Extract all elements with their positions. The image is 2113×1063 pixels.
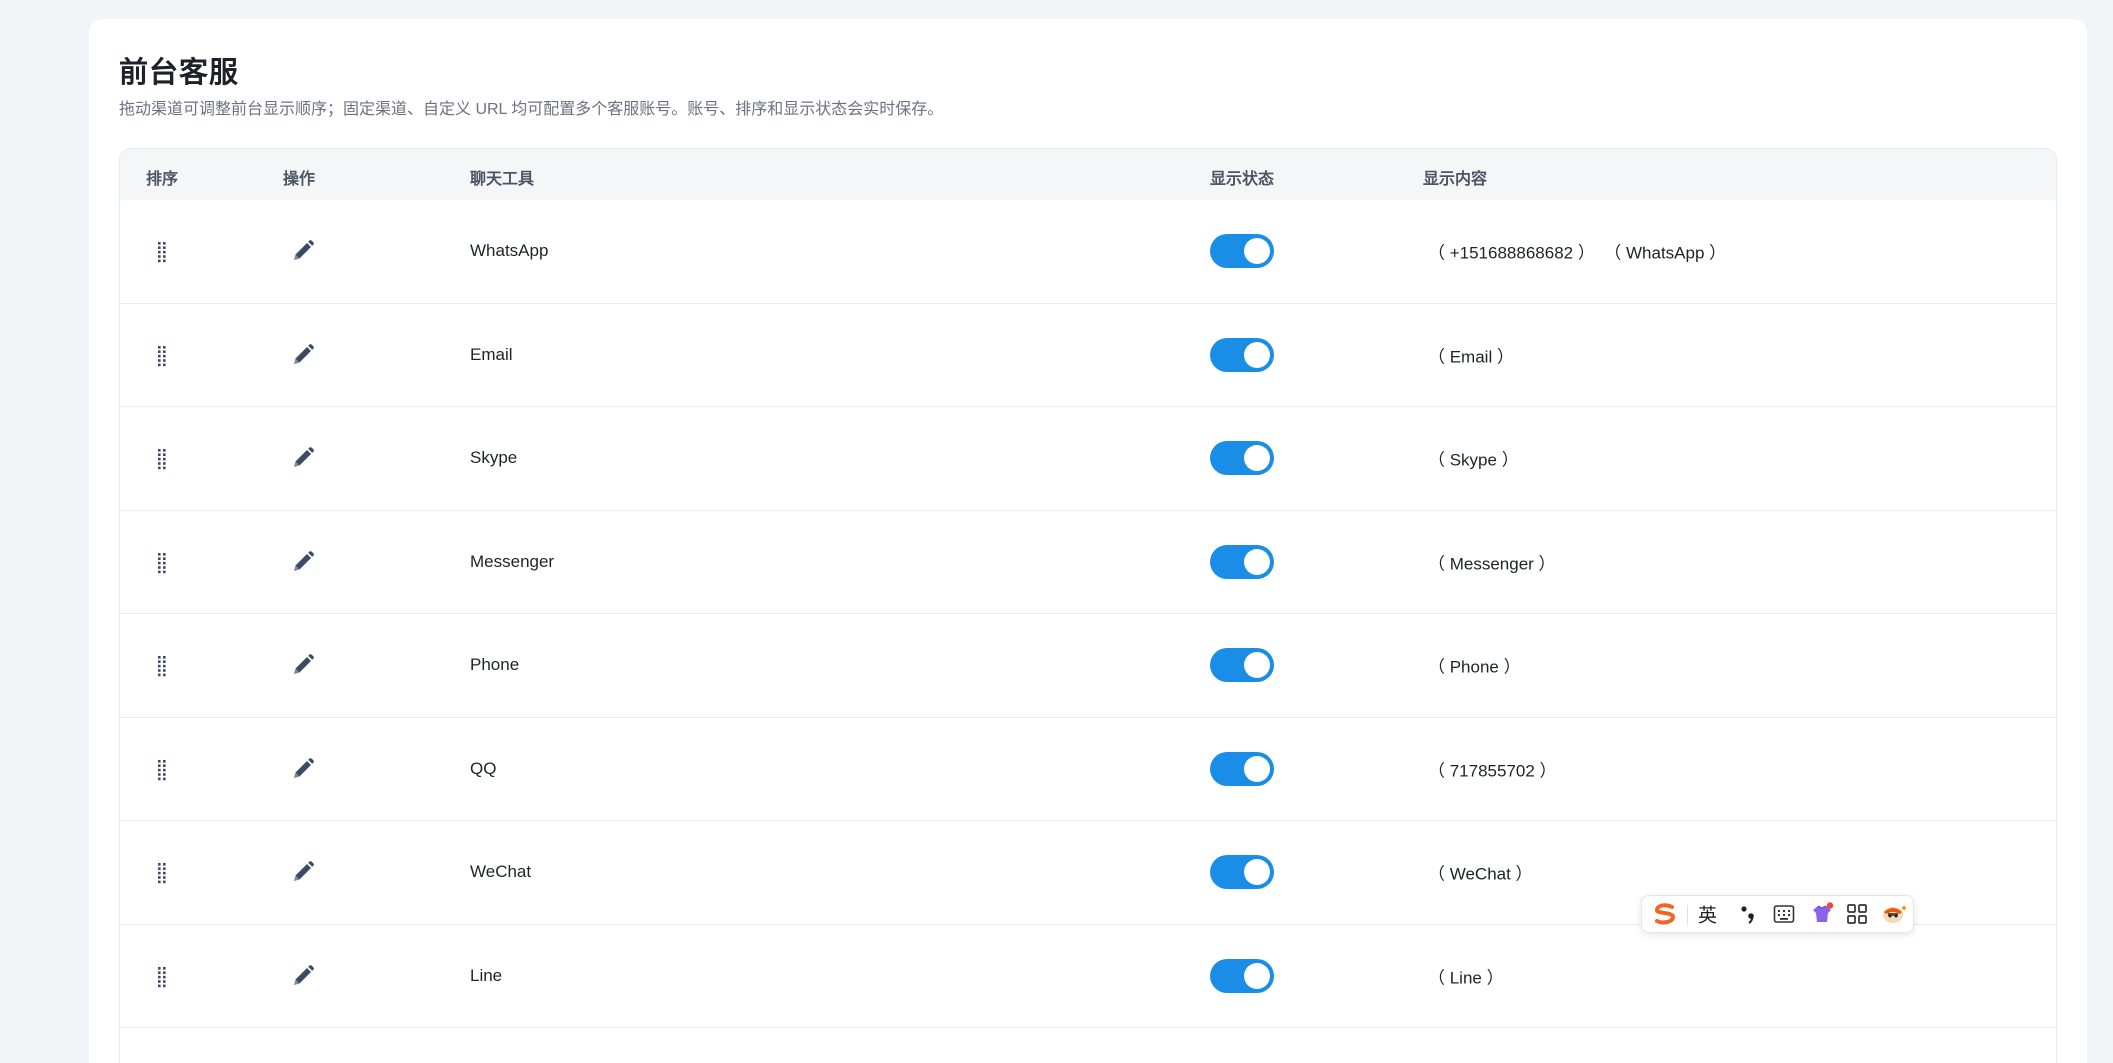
drag-handle-icon[interactable] bbox=[158, 447, 166, 470]
toggle-knob bbox=[1244, 341, 1270, 368]
table-row: Skype （ Skype ） bbox=[120, 407, 2056, 511]
edit-pencil-icon[interactable] bbox=[291, 550, 315, 574]
edit-pencil-icon[interactable] bbox=[291, 653, 315, 677]
table-row: Email （ Email ） bbox=[120, 304, 2056, 407]
display-status-toggle[interactable] bbox=[1210, 958, 1274, 993]
ime-language-toggle[interactable]: 英 bbox=[1698, 901, 1717, 928]
header-status: 显示状态 bbox=[1210, 171, 1275, 188]
drag-handle-icon[interactable] bbox=[158, 344, 166, 366]
display-content: （ 717855702 ） bbox=[1428, 761, 1557, 781]
drag-handle-icon[interactable] bbox=[158, 758, 166, 780]
display-content: （ Messenger ） bbox=[1428, 554, 1556, 574]
toggle-knob bbox=[1244, 652, 1270, 679]
display-content: （ WeChat ） bbox=[1428, 864, 1533, 884]
display-status-toggle[interactable] bbox=[1210, 648, 1274, 683]
page-description: 拖动渠道可调整前台显示顺序；固定渠道、自定义 URL 均可配置多个客服账号。账号… bbox=[119, 101, 944, 118]
ime-separator bbox=[1687, 905, 1688, 925]
table-row: QQ （ 717855702 ） bbox=[120, 718, 2056, 821]
drag-handle-icon[interactable] bbox=[158, 965, 166, 987]
chat-tool-name: QQ bbox=[470, 758, 497, 778]
drag-handle-icon[interactable] bbox=[158, 861, 166, 884]
header-action: 操作 bbox=[283, 171, 316, 188]
display-status-toggle[interactable] bbox=[1210, 337, 1274, 372]
skin-icon[interactable] bbox=[1809, 902, 1835, 926]
display-content: （ +151688868682 ） （ WhatsApp ） bbox=[1428, 243, 1727, 263]
drag-handle-icon[interactable] bbox=[158, 654, 166, 677]
display-status-toggle[interactable] bbox=[1210, 544, 1274, 579]
sogou-logo-icon[interactable] bbox=[1652, 903, 1678, 925]
chat-tool-name: Phone bbox=[470, 655, 520, 675]
table-row: Line （ Line ） bbox=[120, 925, 2056, 1028]
chat-tool-name: WeChat bbox=[470, 862, 532, 882]
display-status-toggle[interactable] bbox=[1210, 751, 1274, 786]
table-row: WhatsApp （ +151688868682 ） （ WhatsApp ） bbox=[120, 200, 2056, 304]
header-content: 显示内容 bbox=[1423, 171, 1488, 188]
chat-tool-name: Email bbox=[470, 344, 513, 364]
toggle-knob bbox=[1244, 859, 1270, 886]
display-status-toggle[interactable] bbox=[1210, 855, 1274, 890]
chat-tool-name: Messenger bbox=[470, 551, 555, 571]
table-row: Messenger （ Messenger ） bbox=[120, 511, 2056, 614]
toggle-knob bbox=[1244, 548, 1270, 575]
keyboard-icon[interactable] bbox=[1773, 904, 1795, 924]
display-content: （ Skype ） bbox=[1428, 450, 1519, 470]
edit-pencil-icon[interactable] bbox=[291, 343, 315, 367]
display-content: （ Line ） bbox=[1428, 968, 1504, 988]
drag-handle-icon[interactable] bbox=[158, 551, 166, 573]
edit-pencil-icon[interactable] bbox=[291, 446, 315, 470]
chat-tool-name: Skype bbox=[470, 448, 518, 468]
table-header: 排序 操作 聊天工具 显示状态 显示内容 bbox=[120, 149, 2056, 200]
mascot-icon[interactable] bbox=[1881, 902, 1907, 926]
header-sort: 排序 bbox=[146, 171, 179, 188]
display-content: （ Phone ） bbox=[1428, 657, 1521, 677]
toggle-knob bbox=[1244, 962, 1270, 989]
display-status-toggle[interactable] bbox=[1210, 441, 1274, 476]
table-row: Phone （ Phone ） bbox=[120, 614, 2056, 718]
page-title: 前台客服 bbox=[119, 57, 240, 89]
display-status-toggle[interactable] bbox=[1210, 234, 1274, 269]
ime-toolbar: 英 bbox=[1641, 895, 1914, 933]
edit-pencil-icon[interactable] bbox=[291, 757, 315, 781]
toggle-knob bbox=[1244, 755, 1270, 782]
edit-pencil-icon[interactable] bbox=[291, 964, 315, 988]
edit-pencil-icon[interactable] bbox=[291, 860, 315, 884]
drag-handle-icon[interactable] bbox=[158, 240, 166, 263]
toggle-knob bbox=[1244, 445, 1270, 472]
grid-icon[interactable] bbox=[1846, 903, 1868, 925]
header-tool: 聊天工具 bbox=[470, 171, 535, 188]
display-content: （ Email ） bbox=[1428, 347, 1514, 367]
punctuation-icon[interactable] bbox=[1739, 904, 1757, 924]
edit-pencil-icon[interactable] bbox=[291, 239, 315, 263]
chat-tool-name: Line bbox=[470, 965, 503, 985]
chat-tool-name: WhatsApp bbox=[470, 241, 549, 261]
toggle-knob bbox=[1244, 238, 1270, 265]
